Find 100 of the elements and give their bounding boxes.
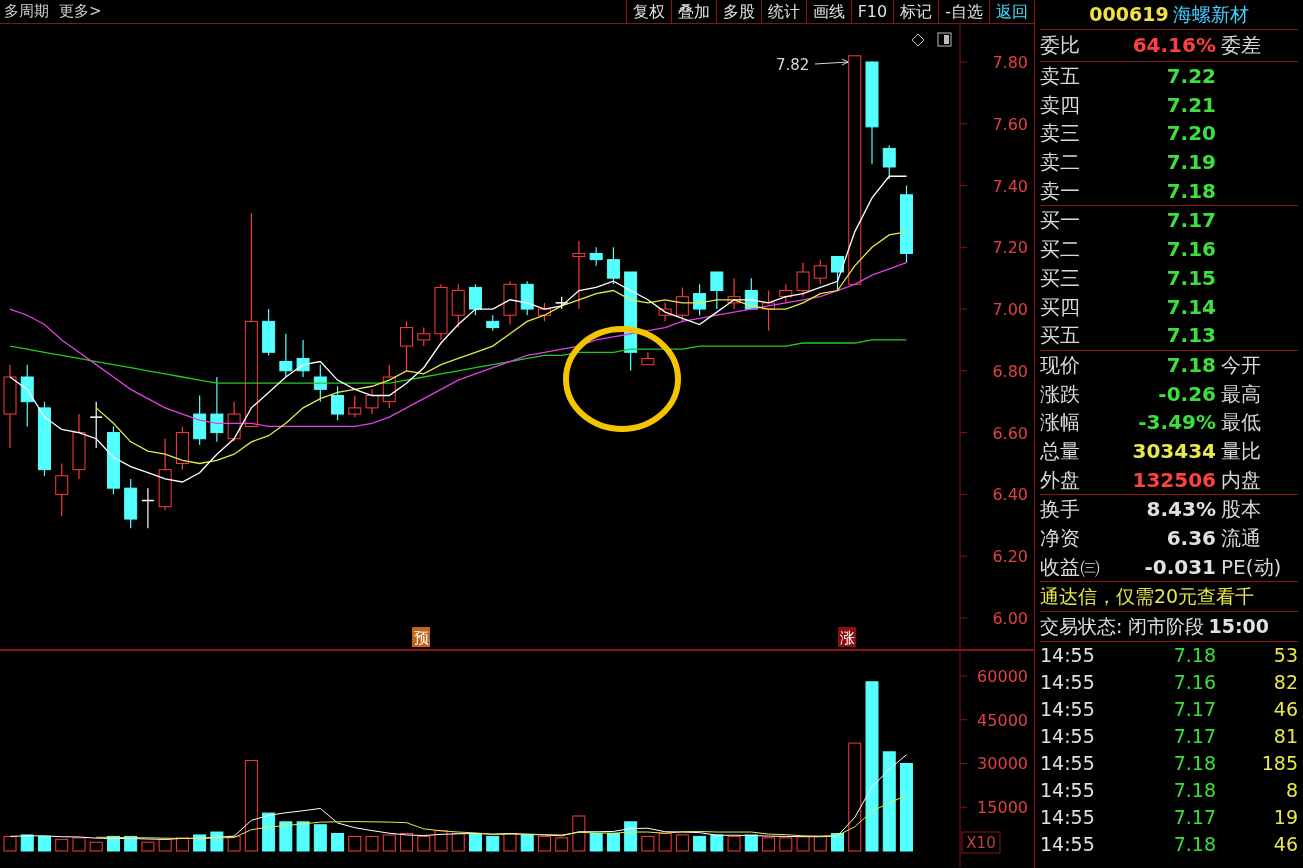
quote-value: 7.13 [1165,325,1216,346]
tick-price: 7.16 [1172,673,1216,693]
quote-value: 132506 [1131,469,1216,490]
quote-label: 收益㈢ [1040,556,1101,577]
toolbar-button[interactable]: -自选 [938,0,989,23]
candlestick [175,425,189,471]
price-axis-label: 7.80 [992,53,1028,72]
candlestick [90,401,103,449]
quote-value: 64.16% [1131,35,1216,56]
candlestick [503,280,517,326]
diamond-icon[interactable] [911,33,925,47]
quote-label: 卖二 [1040,152,1081,173]
candlestick [279,333,293,378]
candlestick [727,277,741,310]
candlestick [72,413,86,480]
toolbar-button[interactable]: 统计 [760,0,806,23]
quote-value: 7.19 [1165,152,1216,173]
price-axis-label: 7.40 [992,176,1028,196]
price-axis-label: 7.00 [992,300,1028,320]
quote-label: 量比 [1221,440,1261,461]
trading-status: 交易状态: 闭市阶段 [1040,614,1205,640]
candlestick [451,283,465,329]
quote-label: 买三 [1040,267,1081,288]
ad-banner[interactable]: 通达信，仅需20元查看千 [1040,582,1255,611]
quote-label: 买一 [1040,210,1081,231]
quote-label: 最低 [1221,412,1261,433]
tick-volume: 82 [1272,673,1298,693]
tick-volume: 53 [1272,646,1298,666]
panel-icon[interactable] [937,32,952,47]
menu-item[interactable]: 多周期 [4,0,49,23]
quote-label: 买二 [1040,239,1081,260]
volume-axis-label: 45000 [977,710,1028,730]
status-time: 15:00 [1208,614,1269,640]
toolbar-button[interactable]: 复权 [625,0,671,23]
candlestick [106,425,120,495]
tick-time: 14:55 [1040,727,1096,747]
quote-label: 净资 [1040,528,1081,549]
price-axis-label: 7.20 [992,238,1028,258]
quote-label: 现价 [1040,354,1081,375]
tick-volume: 46 [1272,835,1298,855]
candlestick [210,376,224,443]
toolbar-button[interactable]: 叠加 [670,0,716,23]
toolbar-button[interactable]: 返回 [989,0,1034,23]
toolbar-button[interactable]: F10 [850,0,894,23]
toolbar-button[interactable]: 画线 [805,0,851,23]
candlestick [313,364,327,403]
price-axis-label: 6.60 [992,423,1028,443]
tick-volume: 185 [1260,754,1298,774]
tick-time: 14:55 [1040,700,1096,720]
tick-time: 14:55 [1040,673,1096,693]
candlestick [779,283,793,304]
quote-value: 7.18 [1165,180,1216,201]
price-axis-label: 6.40 [992,485,1028,505]
price-axis-label: 6.00 [992,608,1028,628]
tick-volume: 46 [1272,700,1298,720]
tick-volume: 81 [1272,727,1298,747]
toolbar-button[interactable]: 多股 [715,0,761,23]
quote-label: 卖五 [1040,66,1081,87]
candlestick [693,283,707,316]
candlestick [796,262,810,298]
quote-value: 7.22 [1165,66,1216,87]
candlestick [882,144,896,180]
tick-volume: 19 [1272,808,1298,828]
volume-axis-label: 30000 [977,754,1028,774]
candlestick [589,246,603,267]
quote-value: 6.36 [1165,528,1216,549]
toolbar-button[interactable]: 标记 [893,0,939,23]
quote-value: 7.20 [1165,123,1216,144]
candlestick [831,255,844,292]
candlestick [537,302,551,322]
candlestick [813,259,827,285]
candlestick [486,314,500,332]
quote-label: 涨跌 [1040,383,1081,404]
quote-label: 买五 [1040,325,1081,346]
candlestick [675,286,689,322]
candlestick [141,487,154,529]
quote-value: 7.18 [1165,354,1216,375]
quote-value: 7.14 [1165,296,1216,317]
candlestick [658,302,672,322]
quote-value: 7.17 [1165,210,1216,231]
tick-volume: 8 [1284,781,1298,801]
candlestick [365,388,379,415]
volume-axis-label: 15000 [977,798,1028,818]
candlestick [641,351,655,366]
price-axis-label: 6.20 [992,547,1028,567]
candlestick [296,339,310,378]
quote-value: 8.43% [1145,499,1216,520]
quote-label: 内盘 [1221,469,1261,490]
tick-time: 14:55 [1040,646,1096,666]
quote-label: 流通 [1221,528,1261,549]
tick-time: 14:55 [1040,754,1096,774]
scale-badge: X10 [961,831,1001,854]
quote-value: -0.26 [1157,383,1216,404]
quote-label: 换手 [1040,499,1081,520]
candlestick [762,289,776,332]
candlestick [572,240,586,310]
menu-item[interactable]: 更多> [59,0,102,23]
candlestick [469,283,482,316]
tick-price: 7.18 [1172,754,1216,774]
candlestick [124,478,138,529]
